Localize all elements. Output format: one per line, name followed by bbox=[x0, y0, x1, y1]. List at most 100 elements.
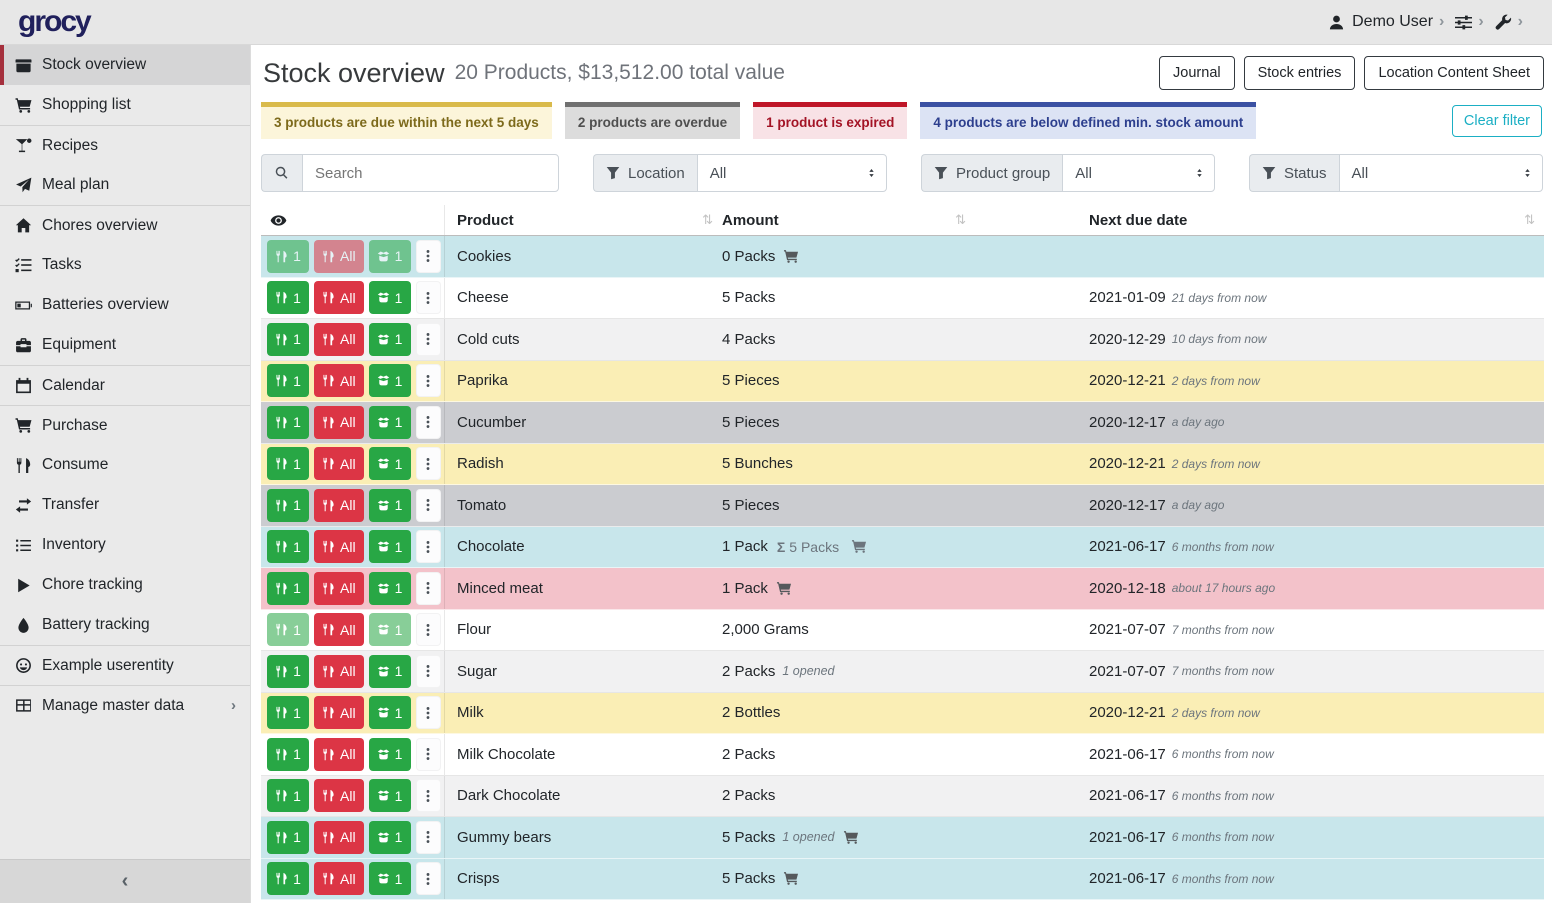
consume-all-button[interactable]: All bbox=[314, 530, 364, 563]
sidebar-item-purchase[interactable]: Purchase bbox=[0, 405, 250, 445]
search-input[interactable] bbox=[302, 154, 559, 192]
consume-1-button[interactable]: 1 bbox=[267, 696, 309, 729]
consume-1-button[interactable]: 1 bbox=[267, 572, 309, 605]
consume-1-button[interactable]: 1 bbox=[267, 821, 309, 854]
row-menu-button[interactable] bbox=[416, 406, 441, 439]
row-menu-button[interactable] bbox=[416, 613, 441, 646]
row-menu-button[interactable] bbox=[416, 862, 441, 895]
product-group-filter[interactable]: Product groupAll bbox=[921, 154, 1215, 192]
consume-all-button[interactable]: All bbox=[314, 738, 364, 771]
app-logo[interactable]: grocy bbox=[18, 5, 90, 39]
sort-icon[interactable]: ⇅ bbox=[1524, 212, 1535, 228]
row-menu-button[interactable] bbox=[416, 447, 441, 480]
mark-opened-button[interactable]: 1 bbox=[369, 323, 411, 356]
consume-all-button[interactable]: All bbox=[314, 696, 364, 729]
mark-opened-button[interactable]: 1 bbox=[369, 281, 411, 314]
consume-all-button[interactable]: All bbox=[314, 613, 364, 646]
mark-opened-button[interactable]: 1 bbox=[369, 779, 411, 812]
consume-1-button[interactable]: 1 bbox=[267, 240, 309, 273]
consume-1-button[interactable]: 1 bbox=[267, 613, 309, 646]
user-menu[interactable]: Demo User bbox=[1328, 13, 1433, 31]
consume-1-button[interactable]: 1 bbox=[267, 323, 309, 356]
banner-below-min[interactable]: 4 products are below defined min. stock … bbox=[920, 102, 1256, 139]
sidebar-item-chore-tracking[interactable]: Chore tracking bbox=[0, 565, 250, 605]
location-select[interactable]: All bbox=[697, 154, 887, 192]
sidebar-item-calendar[interactable]: Calendar bbox=[0, 365, 250, 405]
consume-1-button[interactable]: 1 bbox=[267, 738, 309, 771]
consume-all-button[interactable]: All bbox=[314, 572, 364, 605]
stock-entries-button[interactable]: Stock entries bbox=[1244, 56, 1356, 90]
sidebar-item-tasks[interactable]: Tasks bbox=[0, 245, 250, 285]
mark-opened-button[interactable]: 1 bbox=[369, 530, 411, 563]
sidebar-item-shopping-list[interactable]: Shopping list bbox=[0, 85, 250, 125]
column-header-product[interactable]: Product ⇅ bbox=[445, 205, 722, 235]
mark-opened-button[interactable]: 1 bbox=[369, 447, 411, 480]
consume-all-button[interactable]: All bbox=[314, 240, 364, 273]
consume-all-button[interactable]: All bbox=[314, 779, 364, 812]
consume-1-button[interactable]: 1 bbox=[267, 655, 309, 688]
column-header-amount[interactable]: Amount ⇅ bbox=[722, 205, 975, 235]
sidebar-item-inventory[interactable]: Inventory bbox=[0, 525, 250, 565]
consume-all-button[interactable]: All bbox=[314, 281, 364, 314]
consume-all-button[interactable]: All bbox=[314, 489, 364, 522]
sidebar-item-equipment[interactable]: Equipment bbox=[0, 325, 250, 365]
mark-opened-button[interactable]: 1 bbox=[369, 862, 411, 895]
sidebar-item-stock-overview[interactable]: Stock overview bbox=[0, 45, 250, 85]
sidebar-item-battery-tracking[interactable]: Battery tracking bbox=[0, 605, 250, 645]
row-menu-button[interactable] bbox=[416, 240, 441, 273]
consume-all-button[interactable]: All bbox=[314, 862, 364, 895]
sidebar-item-transfer[interactable]: Transfer bbox=[0, 485, 250, 525]
row-menu-button[interactable] bbox=[416, 779, 441, 812]
admin-menu[interactable] bbox=[1495, 14, 1512, 31]
row-menu-button[interactable] bbox=[416, 489, 441, 522]
mark-opened-button[interactable]: 1 bbox=[369, 572, 411, 605]
location-filter[interactable]: LocationAll bbox=[593, 154, 887, 192]
consume-1-button[interactable]: 1 bbox=[267, 406, 309, 439]
consume-1-button[interactable]: 1 bbox=[267, 779, 309, 812]
sidebar-item-recipes[interactable]: Recipes bbox=[0, 125, 250, 165]
mark-opened-button[interactable]: 1 bbox=[369, 240, 411, 273]
mark-opened-button[interactable]: 1 bbox=[369, 406, 411, 439]
mark-opened-button[interactable]: 1 bbox=[369, 613, 411, 646]
eye-icon[interactable] bbox=[270, 212, 287, 229]
mark-opened-button[interactable]: 1 bbox=[369, 821, 411, 854]
consume-all-button[interactable]: All bbox=[314, 447, 364, 480]
consume-1-button[interactable]: 1 bbox=[267, 447, 309, 480]
sidebar-item-manage-master-data[interactable]: Manage master data› bbox=[0, 685, 250, 725]
sidebar-item-meal-plan[interactable]: Meal plan bbox=[0, 165, 250, 205]
row-menu-button[interactable] bbox=[416, 738, 441, 771]
sort-icon[interactable]: ⇅ bbox=[955, 212, 966, 228]
row-menu-button[interactable] bbox=[416, 323, 441, 356]
mark-opened-button[interactable]: 1 bbox=[369, 489, 411, 522]
row-menu-button[interactable] bbox=[416, 530, 441, 563]
mark-opened-button[interactable]: 1 bbox=[369, 696, 411, 729]
consume-all-button[interactable]: All bbox=[314, 655, 364, 688]
mark-opened-button[interactable]: 1 bbox=[369, 738, 411, 771]
row-menu-button[interactable] bbox=[416, 281, 441, 314]
consume-all-button[interactable]: All bbox=[314, 364, 364, 397]
row-menu-button[interactable] bbox=[416, 572, 441, 605]
consume-all-button[interactable]: All bbox=[314, 406, 364, 439]
journal-button[interactable]: Journal bbox=[1159, 56, 1235, 90]
consume-all-button[interactable]: All bbox=[314, 821, 364, 854]
sidebar-item-batteries-overview[interactable]: Batteries overview bbox=[0, 285, 250, 325]
sidebar-item-chores-overview[interactable]: Chores overview bbox=[0, 205, 250, 245]
column-header-next-due-date[interactable]: Next due date ⇅ bbox=[975, 205, 1544, 235]
consume-1-button[interactable]: 1 bbox=[267, 862, 309, 895]
sidebar-item-consume[interactable]: Consume bbox=[0, 445, 250, 485]
mark-opened-button[interactable]: 1 bbox=[369, 364, 411, 397]
row-menu-button[interactable] bbox=[416, 364, 441, 397]
row-menu-button[interactable] bbox=[416, 821, 441, 854]
mark-opened-button[interactable]: 1 bbox=[369, 655, 411, 688]
consume-1-button[interactable]: 1 bbox=[267, 530, 309, 563]
banner-overdue[interactable]: 2 products are overdue bbox=[565, 102, 740, 139]
status-filter[interactable]: StatusAll bbox=[1249, 154, 1543, 192]
row-menu-button[interactable] bbox=[416, 655, 441, 688]
settings-menu[interactable] bbox=[1455, 14, 1472, 31]
sort-icon[interactable]: ⇅ bbox=[702, 212, 713, 228]
consume-1-button[interactable]: 1 bbox=[267, 364, 309, 397]
location-content-sheet-button[interactable]: Location Content Sheet bbox=[1364, 56, 1544, 90]
banner-due-soon[interactable]: 3 products are due within the next 5 day… bbox=[261, 102, 552, 139]
status-select[interactable]: All bbox=[1339, 154, 1543, 192]
consume-all-button[interactable]: All bbox=[314, 323, 364, 356]
